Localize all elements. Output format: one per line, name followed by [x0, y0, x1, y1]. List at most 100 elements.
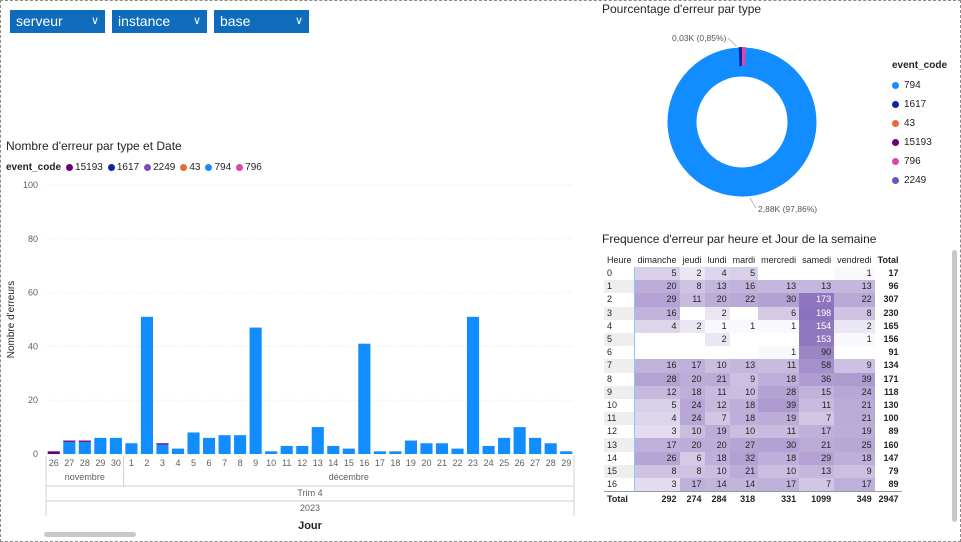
matrix-column-header[interactable]: Total	[875, 252, 902, 267]
bar-794-11[interactable]	[280, 445, 293, 454]
bar-794-18[interactable]	[389, 451, 402, 454]
x-tick-label: 25	[499, 458, 509, 468]
matrix-scrollbar[interactable]	[952, 250, 957, 522]
bar-794-29[interactable]	[94, 437, 107, 454]
matrix-column-header[interactable]: jeudi	[680, 252, 705, 267]
bar-15193-26[interactable]	[47, 451, 60, 454]
matrix-cell: 26	[634, 451, 680, 465]
matrix-cell: 1	[729, 319, 759, 333]
matrix-cell: 30	[758, 438, 800, 452]
x-tick-label: 10	[266, 458, 276, 468]
bar-794-21[interactable]	[435, 443, 449, 454]
bar-794-13[interactable]	[311, 427, 324, 454]
matrix-cell: 18	[729, 412, 759, 426]
bar-15193-28[interactable]	[78, 440, 91, 442]
bar-legend-item[interactable]: 15193	[66, 162, 103, 173]
x-tick-label: 13	[313, 458, 323, 468]
bar-794-29[interactable]	[560, 451, 573, 454]
slicer-base[interactable]: base ∨	[214, 10, 309, 33]
x-tick-label: 4	[175, 458, 180, 468]
matrix-cell: 11	[799, 398, 835, 413]
matrix-column-header[interactable]: vendredi	[834, 252, 875, 267]
bar-794-2[interactable]	[140, 316, 153, 454]
bar-794-28[interactable]	[78, 441, 91, 454]
matrix-row: 13 17 20 20 27 30 21 25 160	[604, 438, 902, 452]
bar-legend-item[interactable]: 1617	[107, 162, 139, 173]
bar-chart-scrollbar[interactable]	[44, 532, 136, 537]
bar-794-4[interactable]	[171, 448, 185, 454]
donut-legend-item[interactable]: 43	[892, 114, 947, 133]
bar-legend-item[interactable]: 43	[180, 162, 200, 173]
bar-794-15[interactable]	[342, 448, 355, 454]
bar-794-8[interactable]	[234, 435, 247, 454]
matrix-row-header: 10	[604, 398, 636, 413]
donut-legend-label: 15193	[904, 137, 932, 148]
matrix-row-total: 89	[888, 479, 899, 490]
donut-legend-item[interactable]: 794	[892, 76, 947, 95]
x-tick-label: 26	[515, 458, 525, 468]
matrix-column-header[interactable]: samedi	[799, 252, 834, 267]
bar-794-3[interactable]	[156, 444, 169, 454]
matrix-column-header[interactable]: Heure	[604, 252, 635, 267]
matrix-row: 15 8 8 10 21 10 13 9 79	[604, 464, 902, 478]
matrix-cell: 18	[729, 398, 759, 413]
bar-15193-3[interactable]	[156, 443, 169, 445]
heatmap-matrix[interactable]: Heure dimanche jeudi lundi mardi mercredi same…	[604, 252, 902, 507]
donut-legend-item[interactable]: 2249	[892, 171, 947, 190]
bar-794-16[interactable]	[358, 343, 371, 454]
slicer-instance-label: instance	[118, 13, 171, 29]
bar-chart[interactable]: 020406080100Nombre d'erreurs26 27 28 29 30 1 2…	[0, 175, 580, 535]
bar-794-14[interactable]	[327, 445, 340, 454]
matrix-column-header[interactable]: dimanche	[635, 252, 680, 267]
bar-794-6[interactable]	[203, 437, 216, 454]
bar-794-9[interactable]	[249, 327, 262, 454]
bar-legend-item[interactable]: 794	[205, 162, 231, 173]
bar-794-28[interactable]	[544, 443, 557, 454]
legend-dot-icon	[236, 164, 244, 171]
bar-794-1[interactable]	[125, 443, 138, 454]
x-tick-label: 6	[207, 458, 212, 468]
matrix-row-header: 3	[604, 306, 636, 320]
donut-legend-item[interactable]: 15193	[892, 133, 947, 152]
matrix-cell: 13	[758, 280, 800, 294]
bar-15193-27[interactable]	[63, 440, 76, 442]
bar-794-30[interactable]	[109, 437, 122, 454]
matrix-row-header: 7	[604, 359, 636, 373]
matrix-total-label: Total	[604, 491, 635, 507]
bar-794-27[interactable]	[63, 441, 76, 454]
bar-794-19[interactable]	[404, 440, 417, 454]
bar-794-12[interactable]	[296, 445, 309, 454]
matrix-cell: 17	[758, 478, 800, 492]
legend-dot-icon	[66, 164, 74, 171]
matrix-row-header: 9	[604, 385, 636, 399]
bar-794-25[interactable]	[498, 437, 511, 454]
matrix-cell: 13	[799, 280, 835, 294]
matrix-row-total: 130	[883, 399, 899, 410]
matrix-cell: 24	[679, 398, 705, 413]
donut-chart[interactable]: 0,03K (0,85%) 2,88K (97,86%)	[600, 20, 890, 230]
bar-794-23[interactable]	[467, 316, 480, 454]
bar-794-26[interactable]	[513, 427, 526, 454]
bar-794-7[interactable]	[218, 435, 231, 454]
matrix-row: 4 4 2 1 1 1 154 2 165	[604, 319, 902, 333]
matrix-cell: 19	[834, 425, 875, 439]
donut-slice-794[interactable]	[667, 47, 817, 197]
bar-794-20[interactable]	[420, 443, 433, 454]
matrix-column-header[interactable]: lundi	[705, 252, 730, 267]
bar-legend-item[interactable]: 2249	[144, 162, 175, 173]
bar-legend: event_code 15193 1617 2249 43 794 796	[6, 162, 267, 173]
matrix-column-header[interactable]: mercredi	[758, 252, 799, 267]
bar-794-5[interactable]	[187, 432, 200, 454]
bar-794-22[interactable]	[451, 448, 464, 454]
x-tick-label: 29	[95, 458, 105, 468]
donut-legend-item[interactable]: 796	[892, 152, 947, 171]
bar-794-17[interactable]	[373, 451, 386, 454]
bar-legend-item[interactable]: 796	[236, 162, 262, 173]
bar-794-10[interactable]	[265, 451, 278, 454]
bar-794-24[interactable]	[482, 445, 495, 454]
matrix-column-header[interactable]: mardi	[730, 252, 759, 267]
donut-legend-item[interactable]: 1617	[892, 95, 947, 114]
bar-794-27[interactable]	[529, 437, 542, 454]
slicer-serveur[interactable]: serveur ∨	[10, 10, 105, 33]
slicer-instance[interactable]: instance ∨	[112, 10, 207, 33]
